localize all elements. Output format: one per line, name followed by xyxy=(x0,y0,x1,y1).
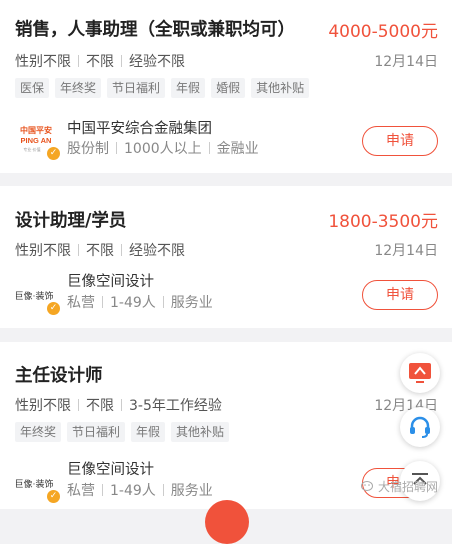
company-type: 私营 xyxy=(67,483,95,499)
requirement-gender: 性别不限 xyxy=(15,54,71,70)
job-salary: 4000-5000元 xyxy=(328,22,438,42)
company-size: 1-49人 xyxy=(110,295,156,311)
company-type: 私营 xyxy=(67,295,95,311)
benefit-tags: 年终奖 节日福利 年假 其他补贴 xyxy=(15,422,230,442)
benefit-tag: 节日福利 xyxy=(67,422,126,442)
svg-text:巨像·装饰: 巨像·装饰 xyxy=(15,290,54,301)
bottom-action-button[interactable] xyxy=(205,500,249,544)
job-card[interactable]: 设计助理/学员 1800-3500元 性别不限 不限 经验不限 12月14日 巨… xyxy=(0,186,452,328)
job-date: 12月14日 xyxy=(374,54,438,70)
watermark: 大宿招聘网 xyxy=(360,478,438,495)
benefit-tag: 婚假 xyxy=(211,78,246,98)
requirement-gender: 性别不限 xyxy=(15,243,71,259)
wechat-icon xyxy=(360,480,373,491)
benefit-tag: 年假 xyxy=(131,422,166,442)
job-date: 12月14日 xyxy=(374,243,438,259)
company-industry: 服务业 xyxy=(170,295,213,311)
requirement-education: 不限 xyxy=(86,398,114,414)
job-card[interactable]: 销售，人事助理（全职或兼职均可） 4000-5000元 性别不限 不限 经验不限… xyxy=(0,0,452,173)
company-info: 私营 1-49人 服务业 xyxy=(67,480,213,500)
headset-icon xyxy=(410,416,430,438)
benefit-tag: 年终奖 xyxy=(15,422,62,442)
company-industry: 金融业 xyxy=(216,141,259,157)
job-requirements: 性别不限 不限 经验不限 xyxy=(15,51,185,71)
verified-badge-icon: ✓ xyxy=(47,490,60,503)
benefit-tags: 医保 年终奖 节日福利 年假 婚假 其他补贴 xyxy=(15,78,310,98)
verified-badge-icon: ✓ xyxy=(47,147,60,160)
apply-button[interactable]: 申请 xyxy=(362,126,438,156)
svg-text:中国平安: 中国平安 xyxy=(20,125,52,135)
company-size: 1-49人 xyxy=(110,483,156,499)
company-logo: 巨像·装饰 ✓ xyxy=(14,463,60,503)
requirement-experience: 经验不限 xyxy=(129,54,185,70)
company-info: 股份制 1000人以上 金融业 xyxy=(67,138,259,158)
company-name: 中国平安综合金融集团 xyxy=(67,121,212,137)
benefit-tag: 其他补贴 xyxy=(171,422,230,442)
job-title: 设计助理/学员 xyxy=(15,211,127,231)
job-title: 销售，人事助理（全职或兼职均可） xyxy=(15,20,295,40)
job-requirements: 性别不限 不限 经验不限 xyxy=(15,240,185,260)
apply-button[interactable]: 申请 xyxy=(362,280,438,310)
company-logo: 中国平安 PING AN 专业·价值 ✓ xyxy=(14,120,60,160)
benefit-tag: 节日福利 xyxy=(107,78,166,98)
svg-text:巨像·装饰: 巨像·装饰 xyxy=(15,478,54,489)
company-name: 巨像空间设计 xyxy=(67,462,154,478)
requirement-experience: 经验不限 xyxy=(129,243,185,259)
svg-text:PING AN: PING AN xyxy=(21,136,52,145)
requirement-gender: 性别不限 xyxy=(15,398,71,414)
company-type: 股份制 xyxy=(67,141,109,157)
watermark-text: 大宿招聘网 xyxy=(377,480,438,494)
company-industry: 服务业 xyxy=(170,483,213,499)
requirement-education: 不限 xyxy=(86,243,114,259)
benefit-tag: 其他补贴 xyxy=(251,78,310,98)
company-name: 巨像空间设计 xyxy=(67,274,154,290)
customer-service-button[interactable] xyxy=(400,407,440,447)
requirement-experience: 3-5年工作经验 xyxy=(129,398,222,414)
job-requirements: 性别不限 不限 3-5年工作经验 xyxy=(15,395,222,415)
company-info: 私营 1-49人 服务业 xyxy=(67,292,213,312)
job-salary: 1800-3500元 xyxy=(328,212,438,232)
benefit-tag: 年假 xyxy=(171,78,206,98)
job-title: 主任设计师 xyxy=(15,366,103,386)
company-size: 1000人以上 xyxy=(124,141,202,157)
company-logo: 巨像·装饰 ✓ xyxy=(14,275,60,315)
verified-badge-icon: ✓ xyxy=(47,302,60,315)
screen-float-button[interactable] xyxy=(400,353,440,393)
requirement-education: 不限 xyxy=(86,54,114,70)
benefit-tag: 医保 xyxy=(15,78,50,98)
screen-icon xyxy=(409,363,431,383)
benefit-tag: 年终奖 xyxy=(55,78,102,98)
svg-text:专业·价值: 专业·价值 xyxy=(23,146,40,152)
